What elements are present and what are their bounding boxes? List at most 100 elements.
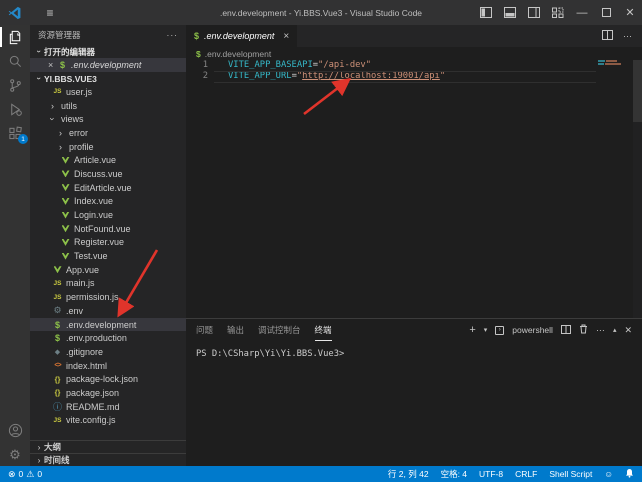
hamburger-menu-icon[interactable]: ≡: [30, 6, 70, 20]
project-root-section[interactable]: › YI.BBS.VUE3: [30, 72, 186, 85]
open-editors-section[interactable]: › 打开的编辑器: [30, 45, 186, 58]
tree-item--env-production[interactable]: $.env.production: [30, 331, 186, 345]
feedback-icon[interactable]: ☺: [604, 469, 613, 479]
run-debug-icon[interactable]: [0, 97, 30, 121]
minimap-slider[interactable]: [633, 60, 642, 122]
toggle-panel-icon[interactable]: [498, 0, 522, 25]
env-file-icon: $: [196, 49, 201, 59]
settings-gear-icon[interactable]: ⚙: [0, 442, 30, 466]
tree-item-user-js[interactable]: JSuser.js: [30, 85, 186, 99]
tree-item-label: views: [61, 114, 84, 124]
explorer-sidebar: 资源管理器 ··· › 打开的编辑器 × $ .env.development …: [30, 25, 186, 466]
dollar-icon: $: [52, 320, 63, 330]
sidebar-more-actions-icon[interactable]: ···: [167, 30, 179, 40]
env-value: ": [440, 71, 445, 81]
encoding[interactable]: UTF-8: [479, 469, 503, 479]
chevron-down-icon: ›: [35, 47, 44, 57]
code-line-1[interactable]: 1VITE_APP_BASEAPI="/api-dev": [186, 60, 642, 71]
tree-item-test-vue[interactable]: Test.vue: [30, 249, 186, 263]
close-editor-icon[interactable]: ×: [48, 60, 60, 70]
tree-item--env-development[interactable]: $.env.development: [30, 318, 186, 332]
search-icon[interactable]: [0, 49, 30, 73]
outline-section[interactable]: › 大纲: [30, 440, 186, 453]
panel-tab[interactable]: 终端: [315, 319, 332, 341]
tab-env-development[interactable]: $ .env.development ×: [186, 25, 297, 47]
breadcrumb[interactable]: $ .env.development: [186, 47, 642, 60]
close-panel-icon[interactable]: ✕: [624, 325, 632, 336]
tree-item-article-vue[interactable]: Article.vue: [30, 153, 186, 167]
problems-status[interactable]: ⊗ 0 ⚠ 0: [8, 469, 42, 480]
tree-item-label: Login.vue: [74, 210, 113, 220]
tree-item-views[interactable]: ›views: [30, 112, 186, 126]
panel-tab[interactable]: 问题: [196, 319, 213, 341]
status-bar: ⊗ 0 ⚠ 0 行 2, 列 42 空格: 4 UTF-8 CRLF Shell…: [0, 466, 642, 482]
tree-item-package-json[interactable]: {}package.json: [30, 386, 186, 400]
tree-item-main-js[interactable]: JSmain.js: [30, 277, 186, 291]
timeline-section[interactable]: › 时间线: [30, 453, 186, 466]
tree-item-register-vue[interactable]: Register.vue: [30, 236, 186, 250]
tree-item-label: Discuss.vue: [74, 169, 123, 179]
tree-item-vite-config-js[interactable]: JSvite.config.js: [30, 414, 186, 428]
eol[interactable]: CRLF: [515, 469, 537, 479]
tree-item-package-lock-json[interactable]: {}package-lock.json: [30, 372, 186, 386]
open-editor-item[interactable]: × $ .env.development: [30, 58, 186, 72]
tree-item-login-vue[interactable]: Login.vue: [30, 208, 186, 222]
url-link[interactable]: http://localhost:19001/api: [302, 71, 440, 81]
tree-item--env[interactable]: ⚙.env: [30, 304, 186, 318]
panel-tab[interactable]: 调试控制台: [258, 319, 301, 341]
tree-item-error[interactable]: ›error: [30, 126, 186, 140]
source-control-icon[interactable]: [0, 73, 30, 97]
tree-item--gitignore[interactable]: ◆.gitignore: [30, 345, 186, 359]
close-button[interactable]: ✕: [618, 0, 642, 25]
new-terminal-icon[interactable]: +: [469, 324, 475, 336]
env-file-icon: $: [194, 31, 199, 41]
maximize-panel-icon[interactable]: ▴: [613, 326, 617, 334]
indentation[interactable]: 空格: 4: [441, 468, 467, 480]
kill-terminal-icon[interactable]: [579, 324, 588, 336]
js-icon: JS: [52, 280, 63, 287]
chevron-right-icon: ›: [34, 455, 44, 465]
tab-close-icon[interactable]: ×: [283, 31, 289, 42]
panel-more-actions-icon[interactable]: ···: [596, 325, 605, 335]
maximize-button[interactable]: [594, 0, 618, 25]
code-editor[interactable]: 1VITE_APP_BASEAPI="/api-dev"2VITE_APP_UR…: [186, 60, 642, 318]
chevron-closed-icon: ›: [55, 142, 66, 152]
explorer-icon[interactable]: [0, 25, 30, 49]
toggle-sidebar-icon[interactable]: [474, 0, 498, 25]
minimap[interactable]: [598, 60, 632, 66]
dollar-icon: $: [52, 333, 63, 343]
tree-item-index-html[interactable]: <>index.html: [30, 359, 186, 373]
code-line-2[interactable]: 2VITE_APP_URL="http://localhost:19001/ap…: [186, 71, 642, 82]
vue-icon: [60, 225, 71, 232]
vue-icon: [52, 266, 63, 273]
panel-tab[interactable]: 输出: [227, 319, 244, 341]
split-terminal-icon[interactable]: [561, 325, 571, 336]
tree-item-profile[interactable]: ›profile: [30, 140, 186, 154]
tree-item-notfound-vue[interactable]: NotFound.vue: [30, 222, 186, 236]
notifications-bell-icon[interactable]: [625, 468, 634, 480]
toggle-secondary-sidebar-icon[interactable]: [522, 0, 546, 25]
tree-item-discuss-vue[interactable]: Discuss.vue: [30, 167, 186, 181]
panel-tab-bar: 问题输出调试控制台终端 + ▾ › powershell ··· ▴ ✕: [186, 319, 642, 341]
extensions-icon[interactable]: 1: [0, 121, 30, 145]
language-mode[interactable]: Shell Script: [549, 469, 592, 479]
shell-label[interactable]: powershell: [512, 325, 553, 335]
terminal-dropdown-chevron-icon[interactable]: ▾: [484, 326, 488, 334]
editor-more-actions-icon[interactable]: ···: [623, 31, 632, 41]
tree-item-permission-js[interactable]: JSpermission.js: [30, 290, 186, 304]
tree-item-app-vue[interactable]: App.vue: [30, 263, 186, 277]
minimize-button[interactable]: —: [570, 0, 594, 25]
tree-item-utils[interactable]: ›utils: [30, 99, 186, 113]
terminal[interactable]: PS D:\CSharp\Yi\Yi.BBS.Vue3>: [186, 341, 642, 466]
tree-item-label: user.js: [66, 87, 92, 97]
split-editor-icon[interactable]: [602, 30, 613, 42]
line-number: 1: [186, 60, 208, 70]
tree-item-readme-md[interactable]: ⓘREADME.md: [30, 400, 186, 414]
tree-item-editarticle-vue[interactable]: EditArticle.vue: [30, 181, 186, 195]
tab-bar: $ .env.development × ···: [186, 25, 642, 47]
tree-item-index-vue[interactable]: Index.vue: [30, 195, 186, 209]
errors-icon: ⊗: [8, 469, 16, 480]
customize-layout-icon[interactable]: [546, 0, 570, 25]
cursor-position[interactable]: 行 2, 列 42: [388, 468, 429, 480]
account-icon[interactable]: [0, 418, 30, 442]
